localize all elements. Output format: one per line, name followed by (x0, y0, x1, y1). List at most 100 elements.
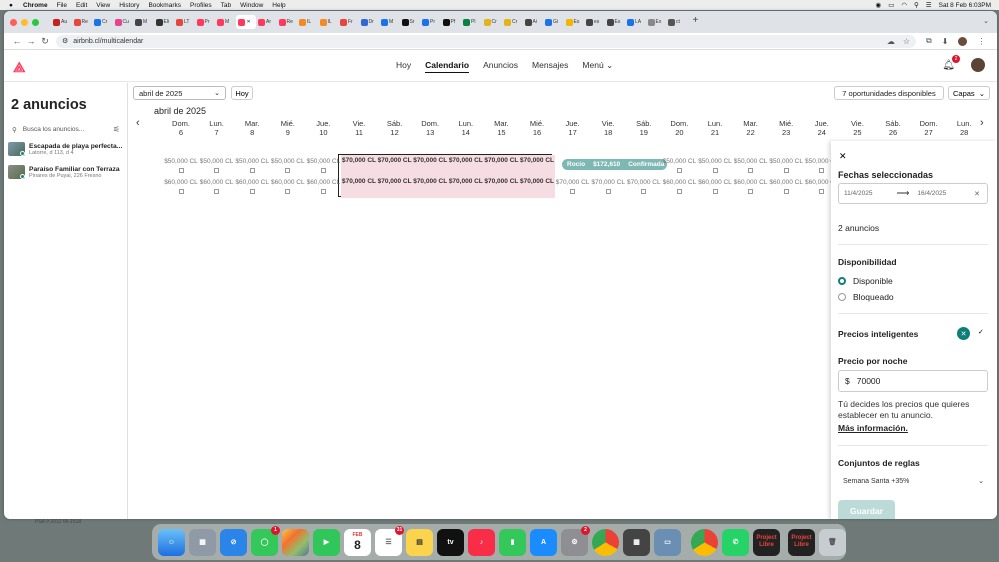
date-range-field[interactable]: 11/4/2025 ⟶ 16/4/2025 ✕ (838, 183, 988, 204)
day-header[interactable]: Vie. 11 (341, 119, 377, 137)
browser-tab[interactable]: ct (666, 15, 687, 29)
menubar-clock[interactable]: Sat 8 Feb 6:03PM (939, 2, 991, 9)
nav-menu[interactable]: Menú ⌄ (582, 60, 613, 73)
calendar-cell[interactable]: $60,000 CL (199, 176, 235, 198)
photos-icon[interactable] (282, 528, 309, 556)
day-header[interactable]: Dom. 13 (412, 119, 448, 137)
chrome-menu-icon[interactable]: ⋮ (977, 37, 985, 46)
menu-window[interactable]: Window (240, 2, 263, 9)
cell-checkbox[interactable] (783, 189, 789, 194)
day-header[interactable]: Vie. 18 (590, 119, 626, 137)
menu-profiles[interactable]: Profiles (190, 2, 212, 9)
calendar-cell[interactable]: $70,000 CL (447, 176, 484, 198)
day-header[interactable]: Sáb. 26 (875, 119, 911, 137)
close-icon[interactable]: ✕ (839, 151, 847, 162)
browser-tab[interactable]: Gi (543, 15, 564, 29)
browser-tab[interactable]: IL (297, 15, 318, 29)
calendar-cell[interactable]: $50,000 CL (768, 155, 804, 177)
bookmark-star-icon[interactable]: ☆ (903, 37, 910, 46)
projectlibre-icon[interactable]: Project Libre (753, 528, 780, 556)
browser-tab[interactable]: Fr (338, 15, 359, 29)
calendar-cell[interactable]: $70,000 CL (376, 155, 413, 177)
calendar-cell[interactable]: $70,000 CL (447, 155, 484, 177)
system-settings-icon[interactable]: ⚙ 2 (561, 525, 590, 556)
cell-checkbox[interactable] (320, 168, 326, 173)
airbnb-logo-icon[interactable]: ⟁ (13, 59, 26, 76)
listing-search[interactable]: ⚲ Busca los anuncios... ⚟ (12, 125, 120, 134)
browser-tab[interactable]: Cr (502, 15, 523, 29)
menu-tab[interactable]: Tab (221, 2, 231, 9)
cell-checkbox[interactable] (320, 189, 326, 194)
download-icon[interactable]: ⬇ (942, 37, 949, 46)
app-store-icon[interactable]: A (530, 528, 557, 556)
radio-available[interactable]: Disponible (838, 276, 893, 286)
day-header[interactable]: Mar. 8 (234, 119, 270, 137)
forward-icon[interactable]: → (24, 36, 38, 46)
start-date[interactable]: 11/4/2025 (844, 190, 872, 197)
menu-bookmarks[interactable]: Bookmarks (148, 2, 181, 9)
browser-tab[interactable]: Cr (92, 15, 113, 29)
battery-icon[interactable]: ▭ (888, 1, 894, 9)
cell-checkbox[interactable] (641, 189, 647, 194)
filter-icon[interactable]: ⚟ (113, 125, 120, 134)
reminders-icon[interactable]: ☰ 31 (375, 525, 404, 556)
new-tab-icon[interactable]: + (693, 15, 699, 29)
browser-tab[interactable]: Au (51, 15, 72, 29)
extensions-icon[interactable]: ⧉ (926, 36, 932, 46)
day-header[interactable]: Mar. 22 (733, 119, 769, 137)
browser-tab[interactable]: Ai (523, 15, 544, 29)
calendar-cell[interactable]: $60,000 CL (661, 176, 697, 198)
opportunities-button[interactable]: 7 oportunidades disponibles (834, 86, 944, 100)
menu-view[interactable]: View (96, 2, 110, 9)
browser-tab[interactable]: Cr (482, 15, 503, 29)
calendar-cell[interactable]: $70,000 CL (341, 155, 377, 177)
browser-tab[interactable]: Ex (646, 15, 667, 29)
day-header[interactable]: Mié. 23 (768, 119, 804, 137)
notes-icon[interactable]: ▤ (406, 528, 433, 556)
more-info-link[interactable]: Más información. (838, 423, 908, 433)
tab-close-icon[interactable]: ✕ (247, 19, 251, 25)
day-header[interactable]: Lun. 14 (448, 119, 484, 137)
control-center-icon[interactable]: ☰ (926, 1, 932, 9)
day-header[interactable]: Lun. 21 (697, 119, 733, 137)
browser-tab[interactable]: Dr (359, 15, 380, 29)
calendar-cell[interactable]: $50,000 CL (733, 155, 769, 177)
launchpad-icon[interactable]: ▦ (189, 528, 216, 556)
music-icon[interactable]: ♪ (468, 528, 495, 556)
reload-icon[interactable]: ↻ (38, 36, 52, 47)
day-header[interactable]: Mar. 15 (483, 119, 519, 137)
calendar-cell[interactable]: $50,000 CL (661, 155, 697, 177)
spotlight-icon[interactable]: ⚲ (914, 1, 919, 9)
calendar-cell[interactable]: $70,000 CL (519, 176, 555, 198)
cell-checkbox[interactable] (285, 189, 291, 194)
month-select[interactable]: abril de 2025 ⌄ (133, 86, 226, 100)
calendar-cell[interactable]: $60,000 CL (768, 176, 804, 198)
cell-checkbox[interactable] (748, 189, 754, 194)
apple-menu-icon[interactable]: ● (6, 2, 16, 9)
trash-icon[interactable]: 🗑︎ (819, 528, 846, 556)
apple-tv-icon[interactable]: tv (437, 528, 464, 556)
preview-icon[interactable]: ▭ (654, 528, 681, 556)
browser-tab[interactable]: M (379, 15, 400, 29)
menu-edit[interactable]: Edit (76, 2, 87, 9)
calendar-cell[interactable]: $70,000 CL (412, 155, 449, 177)
cell-checkbox[interactable] (712, 189, 718, 194)
calendar-cell[interactable]: $50,000 CL (199, 155, 235, 177)
cell-checkbox[interactable] (605, 189, 611, 194)
calendar-cell[interactable]: $50,000 CL (270, 155, 306, 177)
browser-tab[interactable]: Cu (113, 15, 134, 29)
browser-tab[interactable]: IL (318, 15, 339, 29)
browser-tab[interactable]: es (584, 15, 605, 29)
cell-checkbox[interactable] (249, 168, 255, 173)
cell-checkbox[interactable] (570, 189, 576, 194)
end-date[interactable]: 16/4/2025 (917, 190, 946, 197)
facetime-icon[interactable]: ▶ (313, 528, 340, 556)
numbers-icon[interactable]: ▮ (499, 528, 526, 556)
wifi-icon[interactable]: ◠ (901, 1, 907, 9)
browser-tab[interactable]: Re (72, 15, 93, 29)
menu-file[interactable]: File (57, 2, 67, 9)
day-header[interactable]: Dom. 20 (661, 119, 697, 137)
browser-tab[interactable]: Es (605, 15, 626, 29)
browser-tab[interactable]: Pr (420, 15, 441, 29)
browser-tab[interactable]: LT (174, 15, 195, 29)
